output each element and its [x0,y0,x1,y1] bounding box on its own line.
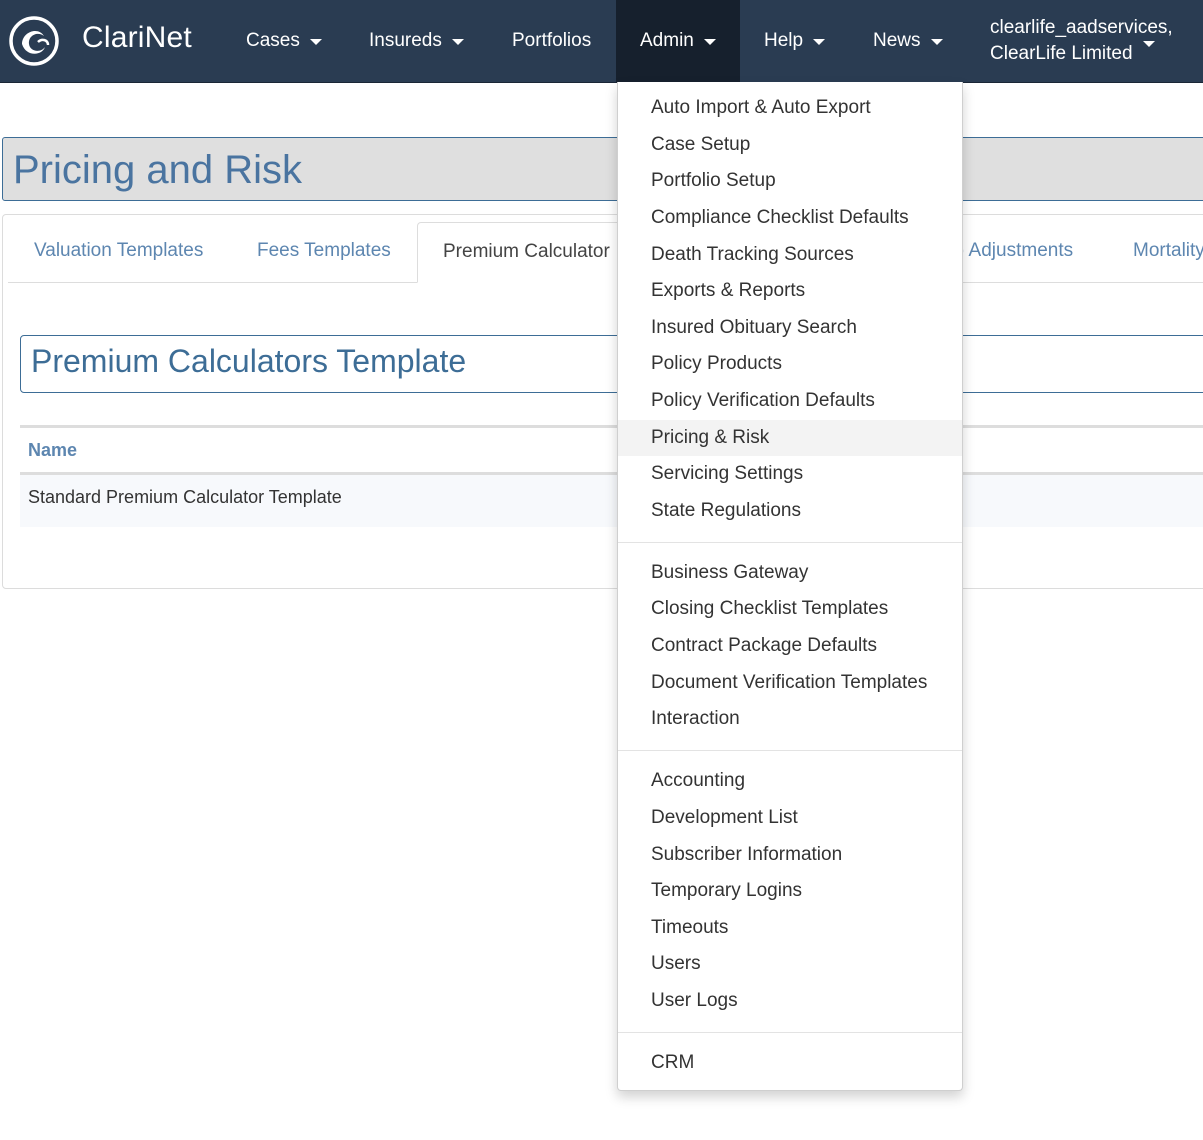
menu-item-policy-products[interactable]: Policy Products [618,346,962,382]
menu-item-timeouts[interactable]: Timeouts [618,910,962,946]
nav-news[interactable]: News [873,0,943,82]
section-title: Premium Calculators Template [31,343,467,379]
nav-user-menu[interactable]: clearlife_aadservices, ClearLife Limited [990,15,1173,67]
menu-item-auto-import-export[interactable]: Auto Import & Auto Export [618,90,962,126]
menu-item-interaction[interactable]: Interaction [618,701,962,737]
page-title: Pricing and Risk [13,148,303,192]
menu-item-business-gateway[interactable]: Business Gateway [618,555,962,591]
admin-dropdown-menu: Auto Import & Auto Export Case Setup Por… [617,82,963,1091]
menu-item-contract-package-defaults[interactable]: Contract Package Defaults [618,628,962,664]
nav-portfolios[interactable]: Portfolios [512,0,591,82]
brand-name: ClariNet [82,21,192,54]
section-header: Premium Calculators Template [20,335,1203,393]
menu-item-document-verification-templates[interactable]: Document Verification Templates [618,665,962,701]
menu-divider [618,542,962,543]
menu-item-temporary-logins[interactable]: Temporary Logins [618,873,962,909]
user-name: clearlife_aadservices, [990,17,1173,38]
table-cell-name[interactable]: Standard Premium Calculator Template [28,487,342,508]
caret-down-icon [1143,41,1155,47]
menu-divider [618,1032,962,1033]
nav-cases-label: Cases [246,30,300,51]
nav-portfolios-label: Portfolios [512,30,592,51]
menu-item-subscriber-information[interactable]: Subscriber Information [618,837,962,873]
caret-down-icon [703,39,716,45]
nav-help-label: Help [764,30,804,51]
caret-down-icon [451,39,464,45]
menu-item-pricing-risk[interactable]: Pricing & Risk [618,420,962,456]
nav-news-label: News [873,30,921,51]
tab-mortality[interactable]: Mortality [1133,222,1203,283]
clarinet-logo-icon [9,16,59,66]
nav-help[interactable]: Help [764,0,826,82]
menu-item-policy-verification-defaults[interactable]: Policy Verification Defaults [618,383,962,419]
table-top-border [20,425,1203,428]
menu-item-exports-reports[interactable]: Exports & Reports [618,273,962,309]
menu-item-servicing-settings[interactable]: Servicing Settings [618,456,962,492]
column-header-name[interactable]: Name [28,440,77,461]
menu-item-state-regulations[interactable]: State Regulations [618,493,962,529]
nav-admin-label: Admin [640,30,694,51]
page-header: Pricing and Risk [2,137,1203,201]
tab-adjustments[interactable]: ) Adjustments [958,222,1073,283]
menu-item-death-tracking-sources[interactable]: Death Tracking Sources [618,237,962,273]
caret-down-icon [309,39,322,45]
nav-insureds[interactable]: Insureds [369,0,464,82]
menu-item-portfolio-setup[interactable]: Portfolio Setup [618,163,962,199]
tab-premium-calculator[interactable]: Premium Calculator [417,222,637,283]
menu-item-development-list[interactable]: Development List [618,800,962,836]
menu-item-closing-checklist-templates[interactable]: Closing Checklist Templates [618,591,962,627]
tab-valuation-templates[interactable]: Valuation Templates [34,222,203,283]
menu-item-user-logs[interactable]: User Logs [618,983,962,1019]
tab-fees-templates[interactable]: Fees Templates [257,222,391,283]
top-navbar: ClariNet Cases Insureds Portfolios Admin… [0,0,1203,83]
menu-divider [618,750,962,751]
menu-item-users[interactable]: Users [618,946,962,982]
menu-item-crm[interactable]: CRM [618,1045,962,1081]
menu-item-case-setup[interactable]: Case Setup [618,127,962,163]
caret-down-icon [813,39,826,45]
nav-cases[interactable]: Cases [246,0,322,82]
menu-item-insured-obituary-search[interactable]: Insured Obituary Search [618,310,962,346]
menu-item-compliance-checklist-defaults[interactable]: Compliance Checklist Defaults [618,200,962,236]
nav-admin[interactable]: Admin [616,0,740,82]
menu-item-accounting[interactable]: Accounting [618,763,962,799]
caret-down-icon [930,39,943,45]
nav-insureds-label: Insureds [369,30,442,51]
